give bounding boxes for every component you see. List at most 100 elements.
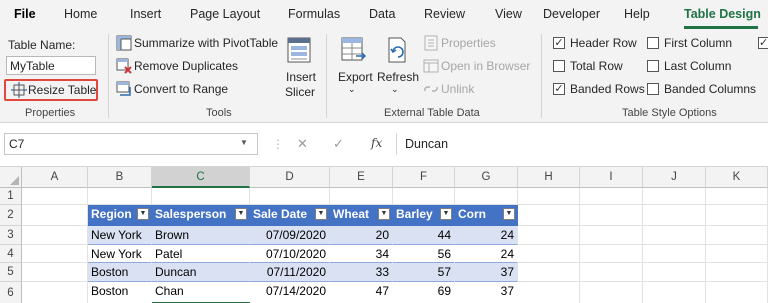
table-cell[interactable]: 07/11/2020 (250, 263, 330, 282)
tab-file[interactable]: File (14, 7, 36, 21)
formula-bar-grip-icon[interactable]: ⋮ (272, 137, 284, 151)
cell[interactable] (330, 188, 393, 205)
cell[interactable] (580, 188, 643, 205)
header-row-checkbox[interactable]: ✓ (553, 37, 565, 49)
cell[interactable] (706, 245, 768, 263)
cell[interactable] (580, 226, 643, 245)
column-header-b[interactable]: B (88, 167, 152, 188)
cell[interactable] (22, 245, 88, 263)
row-header-6[interactable]: 6 (0, 282, 22, 303)
cell[interactable] (706, 205, 768, 226)
cell[interactable] (518, 263, 580, 282)
filter-dropdown-icon[interactable]: ▼ (440, 208, 452, 220)
cell[interactable] (22, 263, 88, 282)
table-header-cell[interactable]: Region ▼ (88, 205, 152, 226)
cell[interactable] (643, 205, 706, 226)
cell[interactable] (580, 245, 643, 263)
table-cell[interactable]: 07/14/2020 (250, 282, 330, 303)
table-cell[interactable]: 34 (330, 245, 393, 263)
tab-view[interactable]: View (495, 7, 522, 21)
name-box-dropdown-icon[interactable]: ▼ (240, 138, 248, 147)
tab-page-layout[interactable]: Page Layout (190, 7, 260, 21)
cell[interactable] (643, 263, 706, 282)
tab-home[interactable]: Home (64, 7, 97, 21)
cell[interactable] (455, 188, 518, 205)
cell[interactable] (643, 226, 706, 245)
column-header-g[interactable]: G (455, 167, 518, 188)
table-header-cell[interactable]: Corn ▼ (455, 205, 518, 226)
table-cell[interactable]: 07/10/2020 (250, 245, 330, 263)
enter-icon[interactable]: ✓ (333, 136, 344, 152)
row-header-2[interactable]: 2 (0, 205, 22, 226)
cell[interactable] (518, 188, 580, 205)
table-cell[interactable]: 69 (393, 282, 455, 303)
cell[interactable] (706, 282, 768, 303)
cell[interactable] (706, 226, 768, 245)
row-header-1[interactable]: 1 (0, 188, 22, 205)
cell[interactable] (580, 282, 643, 303)
cell[interactable] (393, 188, 455, 205)
column-header-a[interactable]: A (22, 167, 88, 188)
cell[interactable] (518, 226, 580, 245)
row-header-4[interactable]: 4 (0, 245, 22, 263)
cell[interactable] (518, 282, 580, 303)
table-cell[interactable]: 07/09/2020 (250, 226, 330, 245)
table-header-cell[interactable]: Barley ▼ (393, 205, 455, 226)
tab-help[interactable]: Help (624, 7, 650, 21)
table-cell[interactable]: 20 (330, 226, 393, 245)
cell[interactable] (250, 188, 330, 205)
table-cell[interactable]: Chan (152, 282, 250, 303)
table-cell[interactable]: 56 (393, 245, 455, 263)
tab-formulas[interactable]: Formulas (288, 7, 340, 21)
total-row-checkbox[interactable] (553, 60, 565, 72)
table-cell[interactable]: 37 (455, 263, 518, 282)
first-column-checkbox[interactable] (647, 37, 659, 49)
table-header-cell[interactable]: Wheat ▼ (330, 205, 393, 226)
column-header-k[interactable]: K (706, 167, 768, 188)
table-cell[interactable]: New York (88, 226, 152, 245)
table-cell[interactable]: 44 (393, 226, 455, 245)
table-cell[interactable]: 24 (455, 226, 518, 245)
table-cell[interactable]: Duncan (152, 263, 250, 282)
filter-button-checkbox-partial[interactable]: ✓ (758, 37, 768, 49)
cell[interactable] (643, 282, 706, 303)
table-cell[interactable]: 37 (455, 282, 518, 303)
cell[interactable] (22, 205, 88, 226)
column-header-f[interactable]: F (393, 167, 455, 188)
tab-insert[interactable]: Insert (130, 7, 161, 21)
cell[interactable] (580, 205, 643, 226)
table-header-cell[interactable]: Salesperson ▼ (152, 205, 250, 226)
cell[interactable] (88, 188, 152, 205)
column-header-j[interactable]: J (643, 167, 706, 188)
tab-developer[interactable]: Developer (543, 7, 600, 21)
cell[interactable] (580, 263, 643, 282)
select-all-button[interactable] (0, 167, 22, 188)
column-header-h[interactable]: H (518, 167, 580, 188)
cell[interactable] (706, 263, 768, 282)
tab-review[interactable]: Review (424, 7, 465, 21)
table-cell[interactable]: Boston (88, 282, 152, 303)
resize-table-button[interactable]: Resize Table (4, 79, 98, 101)
cell[interactable] (643, 188, 706, 205)
table-cell[interactable]: Brown (152, 226, 250, 245)
cell[interactable] (22, 188, 88, 205)
column-header-c[interactable]: C (152, 167, 250, 188)
worksheet-grid[interactable]: A B C D E F G H I J K 1 2 3 4 5 6 Region ▼ Salesperson ▼ Sale… (0, 166, 768, 303)
table-cell[interactable]: 57 (393, 263, 455, 282)
cell[interactable] (152, 188, 250, 205)
cell[interactable] (643, 245, 706, 263)
table-name-input[interactable]: MyTable (6, 56, 96, 75)
name-box[interactable]: C7 (4, 133, 258, 155)
filter-dropdown-icon[interactable]: ▼ (235, 208, 247, 220)
cell[interactable] (22, 282, 88, 303)
table-cell[interactable]: New York (88, 245, 152, 263)
column-header-d[interactable]: D (250, 167, 330, 188)
filter-dropdown-icon[interactable]: ▼ (378, 208, 390, 220)
filter-dropdown-icon[interactable]: ▼ (315, 208, 327, 220)
table-cell[interactable]: 24 (455, 245, 518, 263)
filter-dropdown-icon[interactable]: ▼ (503, 208, 515, 220)
table-cell[interactable]: 33 (330, 263, 393, 282)
last-column-checkbox[interactable] (647, 60, 659, 72)
tab-table-design[interactable]: Table Design (684, 7, 761, 21)
column-header-i[interactable]: I (580, 167, 643, 188)
